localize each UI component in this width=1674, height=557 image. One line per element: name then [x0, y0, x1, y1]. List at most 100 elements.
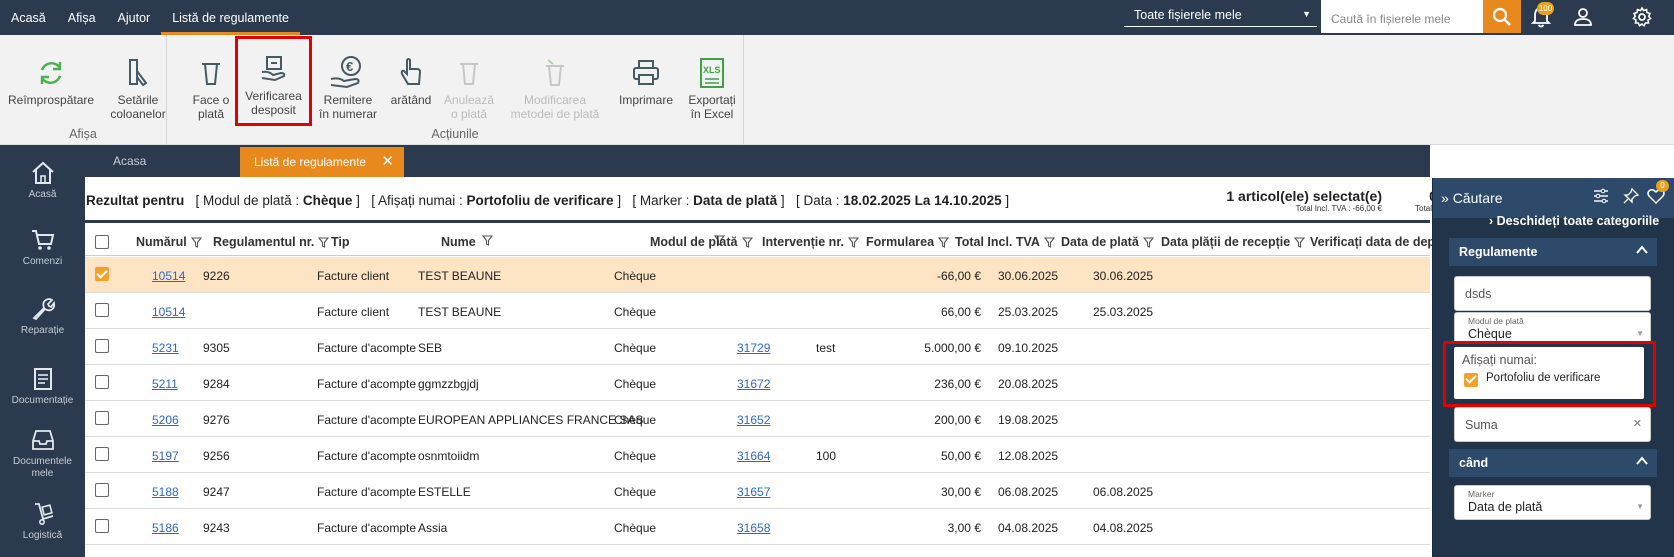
- row-checkbox[interactable]: [95, 519, 109, 533]
- cell-data: 09.10.2025: [998, 341, 1059, 355]
- make-payment-button[interactable]: Face o plată: [186, 53, 236, 121]
- search-panel-title[interactable]: » Căutare: [1441, 190, 1503, 206]
- sidebar-item-orders[interactable]: Comenzi: [0, 226, 85, 268]
- search-text-input[interactable]: dsds: [1454, 276, 1651, 311]
- cell-num[interactable]: 5206: [152, 413, 179, 427]
- col-number-label: Numărul: [136, 235, 187, 249]
- cell-num[interactable]: 5197: [152, 449, 179, 463]
- filter-funnel-icon[interactable]: [847, 237, 860, 251]
- table-row[interactable]: 5186 9243 Facture d'acompte Assia Chèque 3165…: [85, 509, 1430, 545]
- user-account-button[interactable]: [1572, 6, 1594, 28]
- col-reception-date[interactable]: Data plății de recepție: [1161, 235, 1306, 251]
- row-checkbox[interactable]: [95, 447, 109, 461]
- col-intervention[interactable]: Intervenție nr.: [762, 235, 860, 251]
- cell-interv[interactable]: 31652: [737, 413, 770, 427]
- table-row[interactable]: 5211 9284 Facture d'acompte ggmzzbgjdj Chèqu…: [85, 365, 1430, 401]
- cell-interv[interactable]: 31657: [737, 485, 770, 499]
- menu-item-home[interactable]: Acasă: [0, 0, 57, 35]
- modify-payment-method-button[interactable]: Modificarea metodei de plată: [505, 53, 605, 121]
- row-checkbox[interactable]: [95, 375, 109, 389]
- amount-input[interactable]: Suma ✕: [1454, 407, 1651, 442]
- row-checkbox[interactable]: [95, 267, 109, 281]
- sidebar-item-home[interactable]: Acasă: [0, 159, 85, 201]
- filter-funnel-icon[interactable]: [1142, 237, 1154, 251]
- table-row[interactable]: 5206 9276 Facture d'acompte EUROPEAN APPLIA…: [85, 401, 1430, 437]
- section-regulations-label: Regulamente: [1459, 245, 1538, 259]
- search-button[interactable]: [1483, 0, 1521, 33]
- col-payment-date[interactable]: Data de plată: [1061, 235, 1154, 251]
- search-icon: [1492, 7, 1511, 26]
- col-regulation-number[interactable]: Regulamentul nr.: [213, 235, 330, 251]
- cell-interv[interactable]: 31658: [737, 521, 770, 535]
- verify-deposit-button[interactable]: Verificarea desposit: [235, 36, 312, 126]
- sidebar-item-logistics[interactable]: Logistică: [0, 500, 85, 542]
- col-wording[interactable]: Formularea: [866, 235, 950, 251]
- filter-funnel-icon[interactable]: [190, 237, 202, 251]
- table-row[interactable]: 5231 9305 Facture d'acompte SEB Chèque 31729 t…: [85, 329, 1430, 365]
- col-total[interactable]: Total Incl. TVA: [955, 235, 1056, 251]
- row-checkbox[interactable]: [95, 303, 109, 317]
- col-payment-mode[interactable]: Modul de plată: [650, 235, 753, 251]
- refresh-button[interactable]: Reîmprospătare: [8, 53, 94, 107]
- settings-button[interactable]: [1631, 6, 1653, 28]
- pin-icon[interactable]: [1623, 187, 1640, 207]
- col-number[interactable]: Numărul: [136, 235, 202, 251]
- euro-hand-icon: €: [330, 56, 361, 89]
- col-type-label: Tip: [331, 235, 350, 249]
- cell-total: 200,00 €: [934, 413, 981, 427]
- row-checkbox[interactable]: [95, 339, 109, 353]
- cash-remittance-button[interactable]: € Remitere în numerar: [310, 53, 386, 121]
- tab-home[interactable]: Acasa: [85, 145, 240, 177]
- cell-interv[interactable]: 31672: [737, 377, 770, 391]
- close-icon[interactable]: ✕: [381, 147, 394, 177]
- table-row[interactable]: 5188 9247 Facture d'acompte ESTELLE Chèque 31…: [85, 473, 1430, 509]
- row-checkbox[interactable]: [95, 483, 109, 497]
- export-excel-button[interactable]: XLS Exportați în Excel: [683, 53, 741, 121]
- clear-icon[interactable]: ✕: [1633, 417, 1642, 430]
- menu-item-display[interactable]: Afișa: [57, 0, 107, 35]
- cell-num[interactable]: 5231: [152, 341, 179, 355]
- cell-mod: Chèque: [614, 269, 657, 283]
- cash-remittance-label-1: Remitere: [323, 93, 373, 107]
- section-regulations[interactable]: Regulamente: [1449, 238, 1657, 266]
- print-button[interactable]: Imprimare: [613, 53, 679, 107]
- cell-num[interactable]: 10514: [152, 269, 185, 283]
- table-row[interactable]: 10514 9226 Facture client TEST BEAUNE Chèque…: [85, 257, 1430, 293]
- filter-marker-value: Data de plată: [693, 193, 778, 208]
- show-button[interactable]: arătând: [386, 53, 436, 107]
- open-all-categories-link[interactable]: › Deschideți toate categoriile: [1489, 214, 1659, 228]
- tab-regulations-list[interactable]: Listă de regulamente ✕: [240, 147, 404, 177]
- row-checkbox[interactable]: [95, 411, 109, 425]
- cell-num[interactable]: 5188: [152, 485, 179, 499]
- column-settings-button[interactable]: Setările coloanelor: [98, 53, 178, 121]
- cell-num[interactable]: 5186: [152, 521, 179, 535]
- col-deposit-check-date[interactable]: Verificați data de depo: [1310, 235, 1443, 249]
- menu-item-regulations-list[interactable]: Listă de regulamente: [161, 0, 300, 35]
- select-all-checkbox[interactable]: [95, 235, 109, 249]
- files-scope-value: Toate fișierele mele: [1134, 8, 1242, 22]
- filter-sliders-icon[interactable]: [1593, 188, 1609, 207]
- filter-funnel-icon[interactable]: [741, 237, 753, 251]
- filter-funnel-icon[interactable]: [318, 237, 330, 251]
- filter-funnel-icon[interactable]: [1294, 237, 1306, 251]
- global-search-input[interactable]: Caută în fișierele mele: [1321, 0, 1483, 33]
- marker-select[interactable]: Marker Data de plată ▼: [1454, 485, 1651, 520]
- cell-interv[interactable]: 31729: [737, 341, 770, 355]
- sidebar-item-my-documents[interactable]: Documentele mele: [0, 426, 85, 480]
- sidebar-item-documentation[interactable]: Documentație: [0, 365, 85, 407]
- filter-funnel-icon[interactable]: [1043, 237, 1056, 251]
- cell-num[interactable]: 5211: [152, 377, 178, 391]
- table-row[interactable]: 10514 Facture client TEST BEAUNE Chèque 66,0…: [85, 293, 1430, 329]
- filter-mode-label: [ Modul de plată :: [195, 193, 300, 208]
- cell-interv[interactable]: 31664: [737, 449, 770, 463]
- filter-funnel-icon[interactable]: [937, 237, 950, 251]
- sidebar-item-repair[interactable]: Reparație: [0, 295, 85, 337]
- cancel-payment-button[interactable]: Anulează o plată: [440, 53, 498, 121]
- check-portfolio-checkbox[interactable]: [1464, 373, 1478, 387]
- menu-item-help[interactable]: Ajutor: [107, 0, 162, 35]
- section-when[interactable]: când: [1449, 449, 1657, 477]
- cell-total: 50,00 €: [940, 449, 981, 463]
- table-row[interactable]: 5197 9256 Facture d'acompte osnmtoiidm Chèqu…: [85, 437, 1430, 473]
- cell-num[interactable]: 10514: [152, 305, 185, 319]
- files-scope-select[interactable]: Toate fișierele mele ▼: [1124, 3, 1317, 27]
